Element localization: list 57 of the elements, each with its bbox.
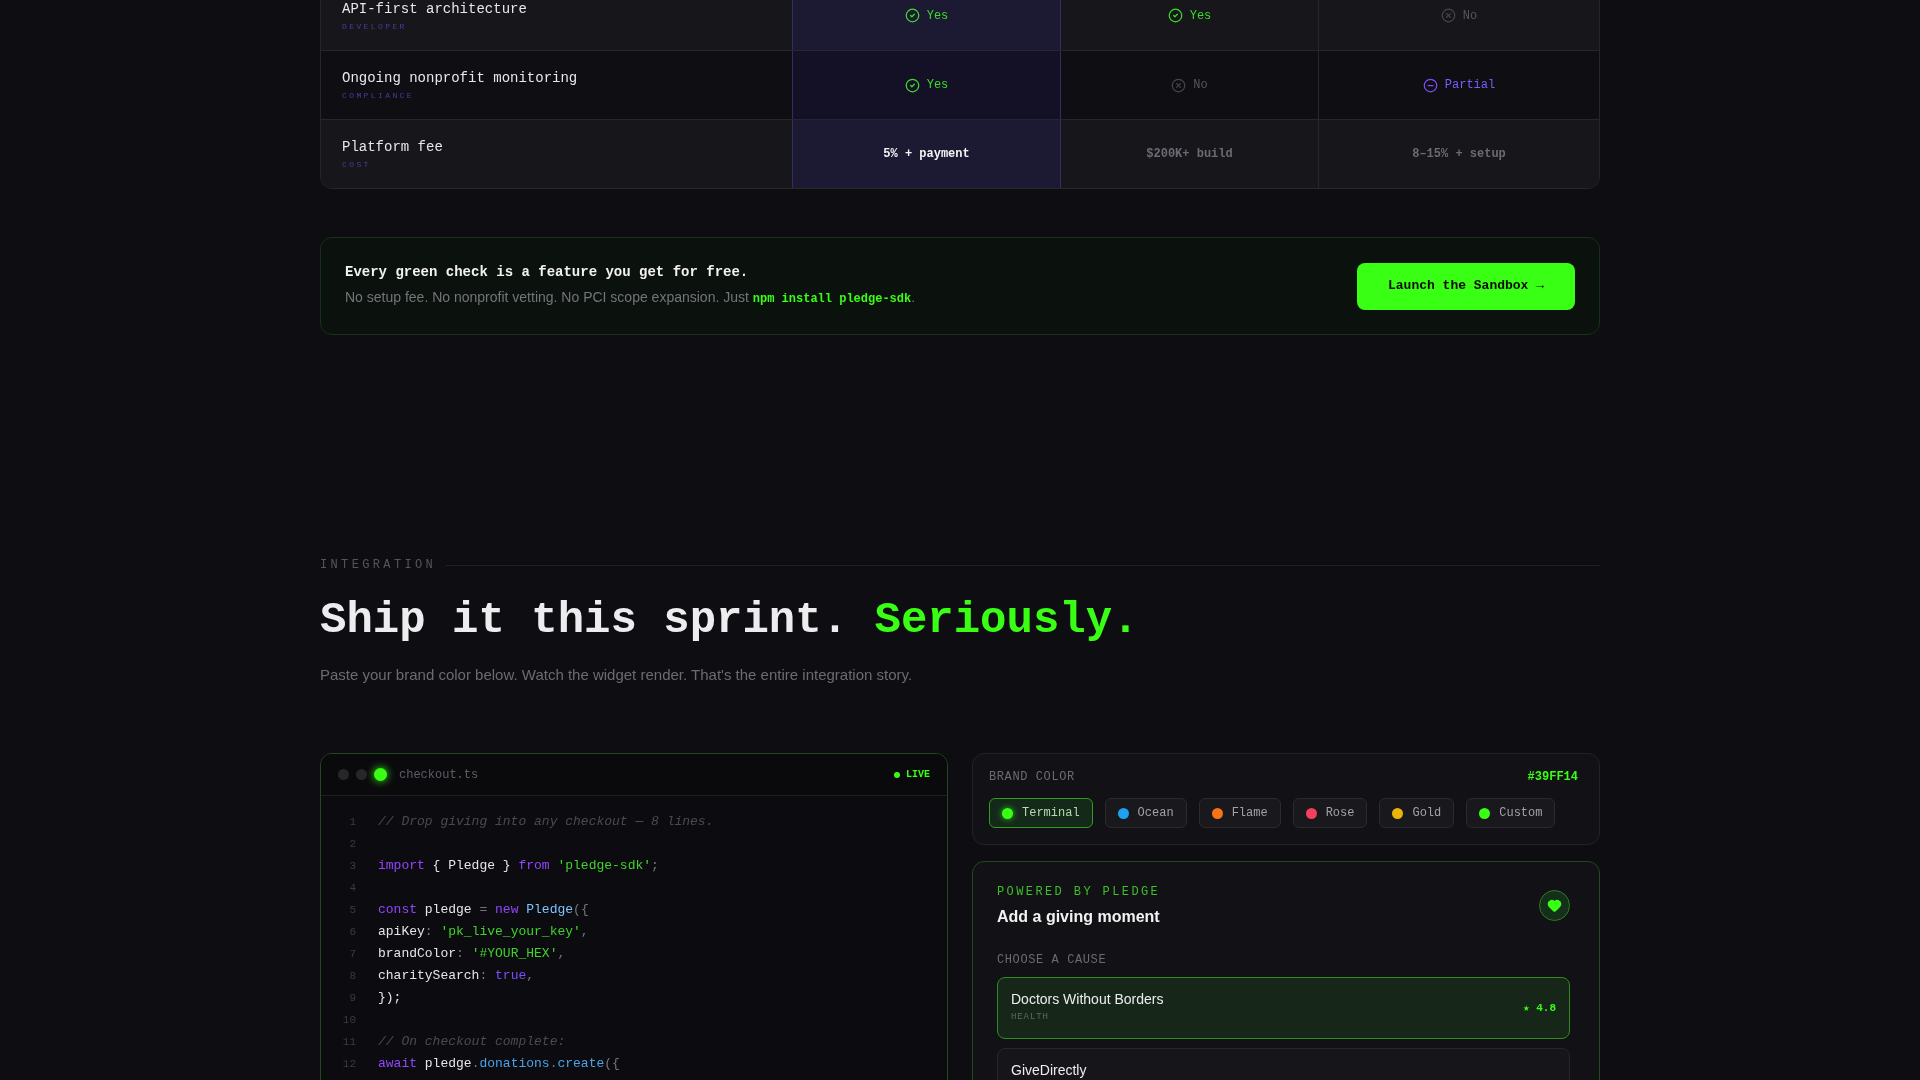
- feature-category: COST: [342, 160, 372, 170]
- feature-name: Ongoing nonprofit monitoring: [342, 69, 579, 87]
- feature-category: DEVELOPER: [342, 21, 408, 32]
- color-chip[interactable]: Terminal: [989, 798, 1093, 828]
- cell-text: Yes: [1189, 7, 1212, 24]
- code-line: import { Pledge } from 'pledge-sdk';: [378, 857, 659, 875]
- code-line: // On checkout complete:: [378, 1033, 566, 1051]
- cause-name: Doctors Without Borders: [1011, 990, 1164, 1009]
- cause-option[interactable]: Doctors Without Borders HEALTH ★ 4.8: [997, 977, 1570, 1039]
- code-line: await pledge.donations.create({: [378, 1055, 620, 1073]
- cause-category: HEALTH: [1011, 1011, 1050, 1023]
- cell-text: 5% + payment: [883, 146, 970, 162]
- cta-title: Every green check is a feature you get for free.: [345, 263, 750, 281]
- code-line: });: [378, 989, 402, 1007]
- cell-text: Yes: [926, 77, 949, 93]
- x-circle-icon: [1440, 8, 1456, 23]
- code-line: // Drop giving into any checkout — 8 lines.: [378, 813, 714, 831]
- file-name: checkout.ts: [399, 766, 479, 784]
- color-chip[interactable]: Gold: [1379, 798, 1455, 828]
- cell-text: 8–15% + setup: [1412, 146, 1506, 162]
- section-subtitle: Paste your brand color below. Watch the widget render. That's the entire integration story.: [320, 665, 914, 685]
- cell-text: Partial: [1444, 77, 1496, 93]
- color-chip[interactable]: Flame: [1198, 798, 1281, 828]
- check-circle-icon: [1167, 8, 1183, 23]
- x-circle-icon: [1171, 77, 1187, 93]
- check-circle-icon: [904, 8, 920, 23]
- panel-label: BRAND COLOR: [989, 769, 1075, 786]
- code-line: const pledge = new Pledge({: [378, 901, 589, 919]
- minus-circle-icon: [1422, 77, 1438, 93]
- window-control-icon: [356, 769, 367, 780]
- cause-name: GiveDirectly: [1011, 1061, 1087, 1080]
- window-control-icon: [338, 769, 349, 780]
- widget-eyebrow: POWERED BY PLEDGE: [997, 884, 1161, 900]
- feature-name: API-first architecture: [342, 0, 528, 18]
- cell-text: No: [1193, 77, 1208, 93]
- code-line: brandColor: '#YOUR_HEX',: [378, 945, 566, 963]
- feature-name: Platform fee: [342, 138, 444, 156]
- color-value: #39FF14: [1527, 769, 1578, 786]
- code-line: apiKey: 'pk_live_your_key',: [378, 923, 589, 941]
- code-line: charitySearch: true,: [378, 967, 535, 985]
- cell-text: $200K+ build: [1146, 146, 1233, 162]
- cause-rating: ★ 4.8: [1522, 1000, 1556, 1016]
- color-chip[interactable]: Custom: [1466, 798, 1556, 828]
- color-chip[interactable]: Ocean: [1104, 798, 1187, 828]
- live-status: LIVE: [906, 768, 930, 782]
- cause-option[interactable]: GiveDirectly: [997, 1048, 1570, 1080]
- cell-text: No: [1462, 7, 1478, 24]
- cell-text: Yes: [926, 7, 949, 24]
- feature-category: COMPLIANCE: [342, 91, 415, 101]
- section-heading: Ship it this sprint. Seriously.: [320, 594, 1140, 646]
- widget-title: Add a giving moment: [997, 907, 1161, 927]
- color-chip[interactable]: Rose: [1292, 798, 1368, 828]
- section-eyebrow: INTEGRATION: [320, 557, 437, 573]
- section-label: CHOOSE A CAUSE: [997, 952, 1108, 968]
- check-circle-icon: [904, 77, 920, 93]
- launch-sandbox-button[interactable]: Launch the Sandbox →: [1357, 262, 1575, 310]
- window-control-icon: [374, 768, 387, 781]
